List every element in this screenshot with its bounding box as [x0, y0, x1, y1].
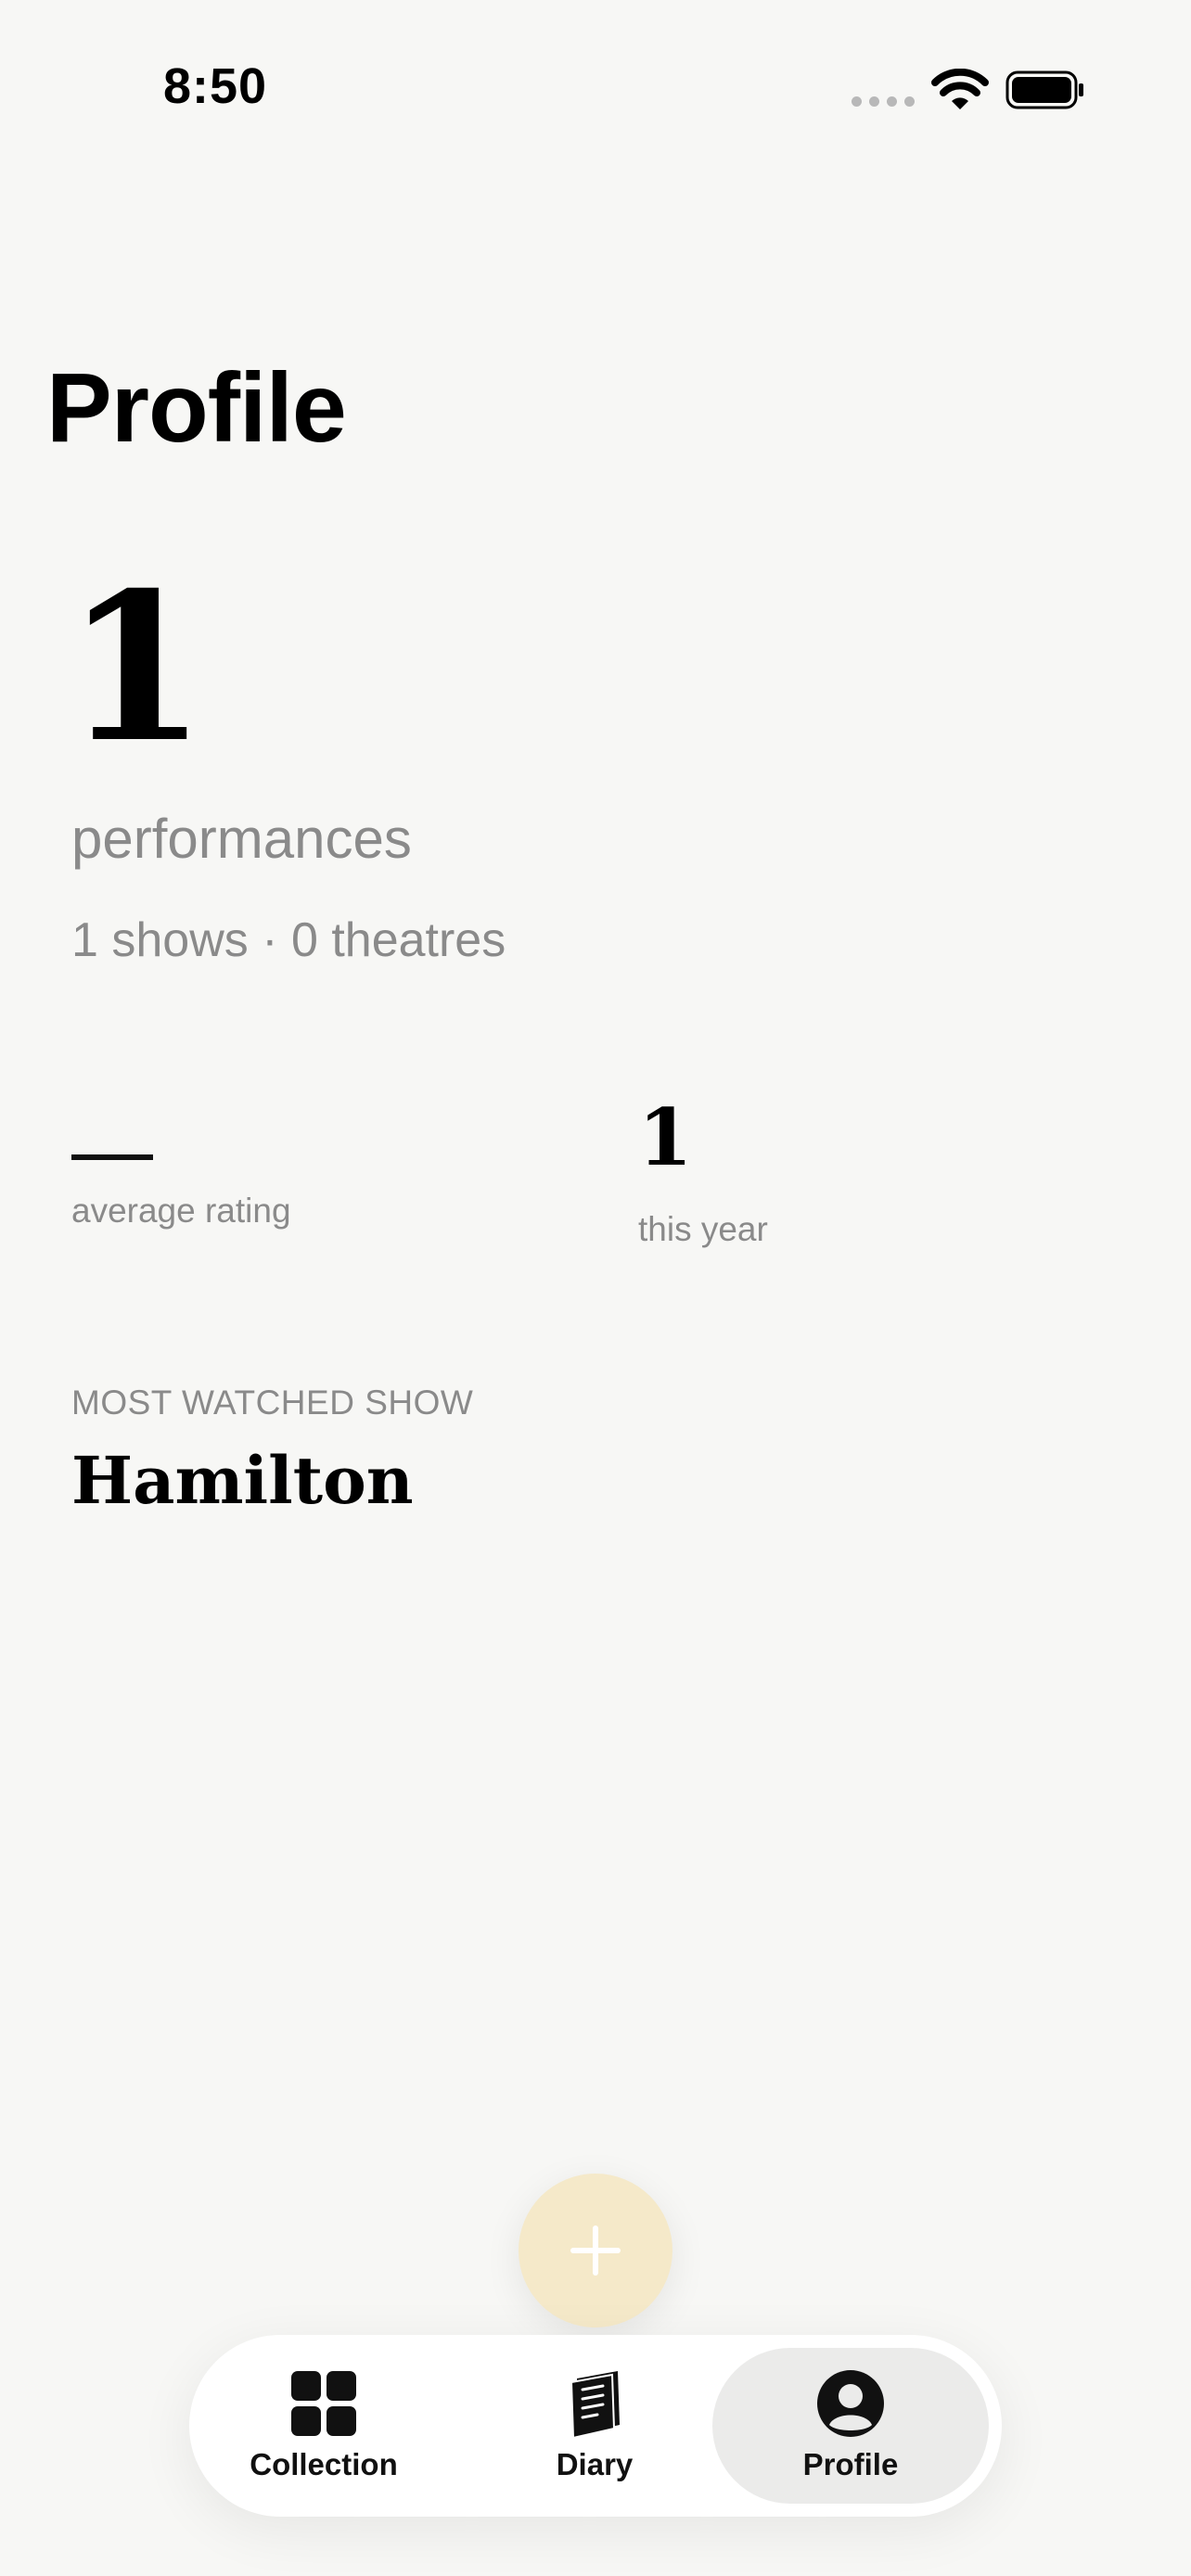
add-performance-button[interactable] — [519, 2174, 672, 2327]
tab-diary-label: Diary — [556, 2447, 634, 2481]
tab-profile[interactable]: Profile — [712, 2348, 989, 2504]
shows-theatres-summary: 1 shows · 0 theatres — [71, 913, 506, 967]
most-watched-show[interactable]: Hamilton — [71, 1442, 414, 1519]
wifi-icon — [931, 69, 989, 109]
tab-diary[interactable]: Diary — [495, 2348, 694, 2504]
performances-label: performances — [71, 808, 412, 870]
performances-count: 1 — [65, 547, 208, 787]
tab-profile-label: Profile — [802, 2447, 899, 2481]
page-title: Profile — [46, 353, 347, 463]
tab-collection[interactable]: Collection — [224, 2348, 423, 2504]
this-year-value: 1 — [638, 1091, 693, 1183]
average-rating-value — [71, 1154, 153, 1160]
tab-bar: Collection Diary Profile — [189, 2335, 1002, 2517]
this-year-label: this year — [638, 1210, 768, 1248]
average-rating-label: average rating — [71, 1192, 291, 1230]
battery-icon — [1005, 70, 1083, 109]
this-year-stat: 1 this year — [638, 1099, 768, 1249]
grid-icon — [291, 2371, 356, 2436]
status-time: 8:50 — [163, 58, 268, 114]
most-watched-label: MOST WATCHED SHOW — [71, 1384, 474, 1422]
average-rating-stat: average rating — [71, 1099, 291, 1231]
tab-collection-label: Collection — [250, 2447, 398, 2481]
person-circle-icon — [817, 2370, 884, 2437]
book-icon — [570, 2371, 620, 2438]
cellular-signal-icon — [852, 96, 915, 107]
plus-icon — [570, 2225, 621, 2276]
